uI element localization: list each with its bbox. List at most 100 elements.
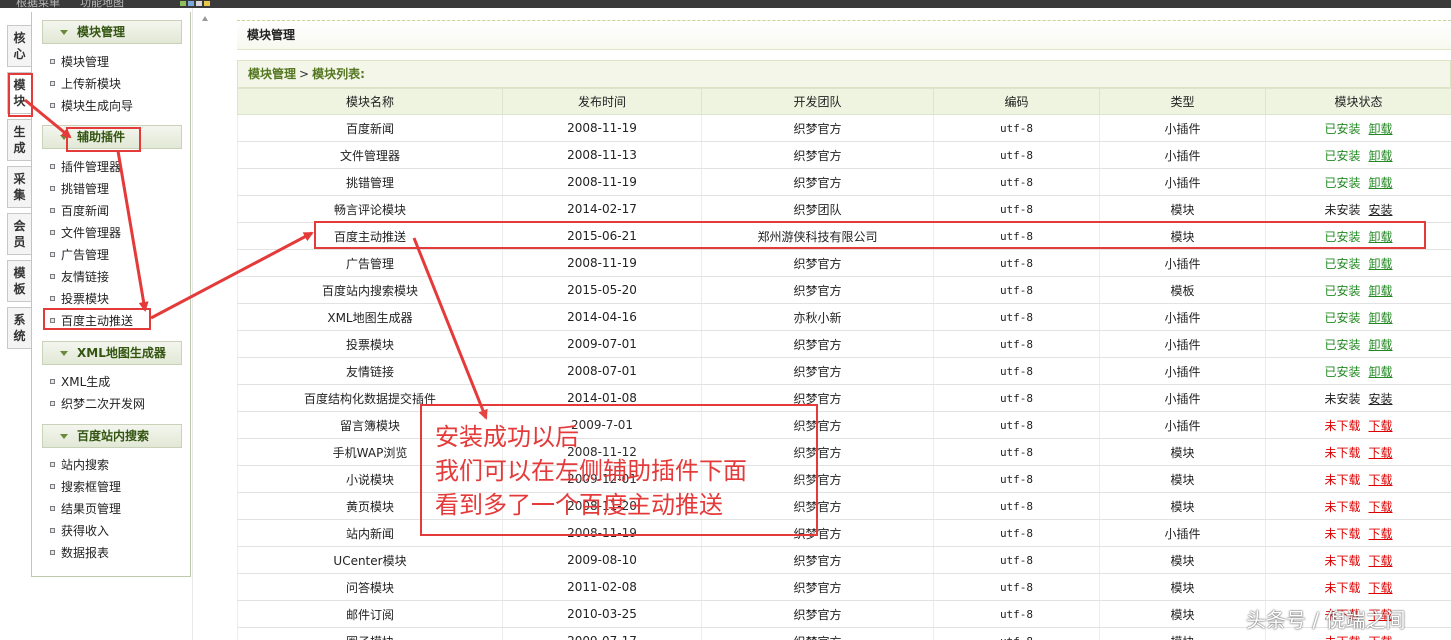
action-link[interactable]: 卸载 xyxy=(1369,365,1393,379)
menu-item[interactable]: 投票模块 xyxy=(50,289,109,309)
menu-item[interactable]: 挑错管理 xyxy=(50,179,109,199)
side-tab-generate[interactable]: 生成 xyxy=(7,119,31,161)
cell-team: 织梦官方 xyxy=(701,573,934,601)
col-header-status: 模块状态 xyxy=(1265,88,1451,115)
menu-item[interactable]: 上传新模块 xyxy=(50,74,121,94)
bullet-icon xyxy=(50,103,55,108)
action-link[interactable]: 下载 xyxy=(1369,554,1393,568)
side-tab-template[interactable]: 模板 xyxy=(7,260,31,302)
action-link[interactable]: 卸载 xyxy=(1369,284,1393,298)
cell-status: 未下载下载 xyxy=(1265,411,1451,439)
table-row: 问答模块 2011-02-08 织梦官方 utf-8 模块 未下载 下载 xyxy=(237,573,1451,601)
cell-date: 2010-03-25 xyxy=(502,600,702,628)
action-link[interactable]: 下载 xyxy=(1369,527,1393,541)
status-text: 已安装 xyxy=(1324,148,1361,163)
annotation-line: 看到多了一个百度主动推送 xyxy=(435,491,723,519)
col-header-team: 开发团队 xyxy=(701,88,934,115)
status-text: 未下载 xyxy=(1324,445,1361,460)
cell-module-name: 投票模块 xyxy=(237,330,503,358)
table-row: 挑错管理 2008-11-19 织梦官方 utf-8 小插件 已安装 卸载 xyxy=(237,168,1451,196)
action-link[interactable]: 安装 xyxy=(1369,392,1393,406)
cell-date: 2008-11-19 xyxy=(502,168,702,196)
chevron-down-icon xyxy=(60,30,68,35)
action-link[interactable]: 下载 xyxy=(1369,473,1393,487)
menu-group-header[interactable]: 模块管理 xyxy=(42,20,182,44)
cell-type: 模块 xyxy=(1099,492,1266,520)
action-link[interactable]: 卸载 xyxy=(1369,149,1393,163)
collapse-arrow-icon[interactable] xyxy=(202,16,208,21)
color-swatch-icon[interactable] xyxy=(196,1,202,6)
action-link[interactable]: 卸载 xyxy=(1369,311,1393,325)
cell-module-name: XML地图生成器 xyxy=(237,303,503,331)
cell-type: 模板 xyxy=(1099,276,1266,304)
highlight-box xyxy=(43,308,151,330)
cell-status: 未下载下载 xyxy=(1265,465,1451,493)
cell-type: 模块 xyxy=(1099,600,1266,628)
action-link[interactable]: 安装 xyxy=(1369,203,1393,217)
menu-item[interactable]: 文件管理器 xyxy=(50,223,121,243)
breadcrumb-root[interactable]: 模块管理 xyxy=(248,67,296,81)
side-tab-core[interactable]: 核心 xyxy=(7,25,31,67)
action-link[interactable]: 卸载 xyxy=(1369,122,1393,136)
top-toolbar: 根据菜单 功能地图 xyxy=(0,0,1451,8)
status-text: 已安装 xyxy=(1324,175,1361,190)
toolbar-item[interactable]: 根据菜单 xyxy=(16,0,60,8)
menu-item[interactable]: 百度新闻 xyxy=(50,201,109,221)
menu-item[interactable]: 插件管理器 xyxy=(50,157,121,177)
cell-encoding: utf-8 xyxy=(933,573,1100,601)
side-tab-system[interactable]: 系统 xyxy=(7,307,31,349)
color-swatch-icon[interactable] xyxy=(188,1,194,6)
cell-date: 2008-11-19 xyxy=(502,249,702,277)
cell-team: 织梦官方 xyxy=(701,249,934,277)
menu-item[interactable]: 数据报表 xyxy=(50,543,109,563)
action-link[interactable]: 下载 xyxy=(1369,635,1393,640)
menu-group-header[interactable]: 百度站内搜索 xyxy=(42,424,182,448)
status-text: 未下载 xyxy=(1324,553,1361,568)
cell-encoding: utf-8 xyxy=(933,276,1100,304)
menu-group-header[interactable]: XML地图生成器 xyxy=(42,341,182,365)
cell-type: 小插件 xyxy=(1099,411,1266,439)
action-link[interactable]: 卸载 xyxy=(1369,338,1393,352)
cell-status: 未安装 安装 xyxy=(1265,195,1451,223)
menu-item[interactable]: 模块管理 xyxy=(50,52,109,72)
menu-item[interactable]: 广告管理 xyxy=(50,245,109,265)
action-link[interactable]: 下载 xyxy=(1369,419,1393,433)
col-header-name: 模块名称 xyxy=(237,88,503,115)
sidebar-menu: 模块管理 模块管理 上传新模块 模块生成向导 辅助插件 插件管理器 挑错管理 百… xyxy=(31,12,191,577)
highlight-box xyxy=(8,73,33,117)
highlight-box xyxy=(314,221,1426,249)
toolbar-item[interactable]: 功能地图 xyxy=(80,0,124,8)
bullet-icon xyxy=(50,81,55,86)
cell-status: 已安装 卸载 xyxy=(1265,168,1451,196)
menu-item[interactable]: 搜索框管理 xyxy=(50,477,121,497)
action-link[interactable]: 下载 xyxy=(1369,500,1393,514)
cell-encoding: utf-8 xyxy=(933,384,1100,412)
cell-module-name: UCenter模块 xyxy=(237,546,503,574)
action-link[interactable]: 下载 xyxy=(1369,446,1393,460)
menu-item[interactable]: 友情链接 xyxy=(50,267,109,287)
cell-module-name: 挑错管理 xyxy=(237,168,503,196)
action-link[interactable]: 下载 xyxy=(1369,581,1393,595)
highlight-box xyxy=(66,127,141,152)
menu-item[interactable]: XML生成 xyxy=(50,372,110,392)
panel-splitter[interactable] xyxy=(192,8,236,640)
cell-status: 已安装 卸载 xyxy=(1265,276,1451,304)
color-swatch-icon[interactable] xyxy=(204,1,210,6)
menu-item[interactable]: 模块生成向导 xyxy=(50,96,133,116)
menu-item[interactable]: 结果页管理 xyxy=(50,499,121,519)
menu-item[interactable]: 获得收入 xyxy=(50,521,109,541)
table-row: 投票模块 2009-07-01 织梦官方 utf-8 小插件 已安装 卸载 xyxy=(237,330,1451,358)
page-title: 模块管理 xyxy=(237,20,1451,50)
color-swatch-icon[interactable] xyxy=(180,1,186,6)
menu-item[interactable]: 织梦二次开发网 xyxy=(50,394,145,414)
table-header-row: 模块名称 发布时间 开发团队 编码 类型 模块状态 xyxy=(237,88,1451,115)
side-tab-member[interactable]: 会员 xyxy=(7,213,31,255)
cell-module-name: 百度站内搜索模块 xyxy=(237,276,503,304)
action-link[interactable]: 卸载 xyxy=(1369,257,1393,271)
cell-type: 模块 xyxy=(1099,627,1266,640)
menu-item[interactable]: 站内搜索 xyxy=(50,455,109,475)
cell-date: 2011-02-08 xyxy=(502,573,702,601)
cell-team: 织梦官方 xyxy=(701,357,934,385)
action-link[interactable]: 卸载 xyxy=(1369,176,1393,190)
side-tab-collect[interactable]: 采集 xyxy=(7,166,31,208)
